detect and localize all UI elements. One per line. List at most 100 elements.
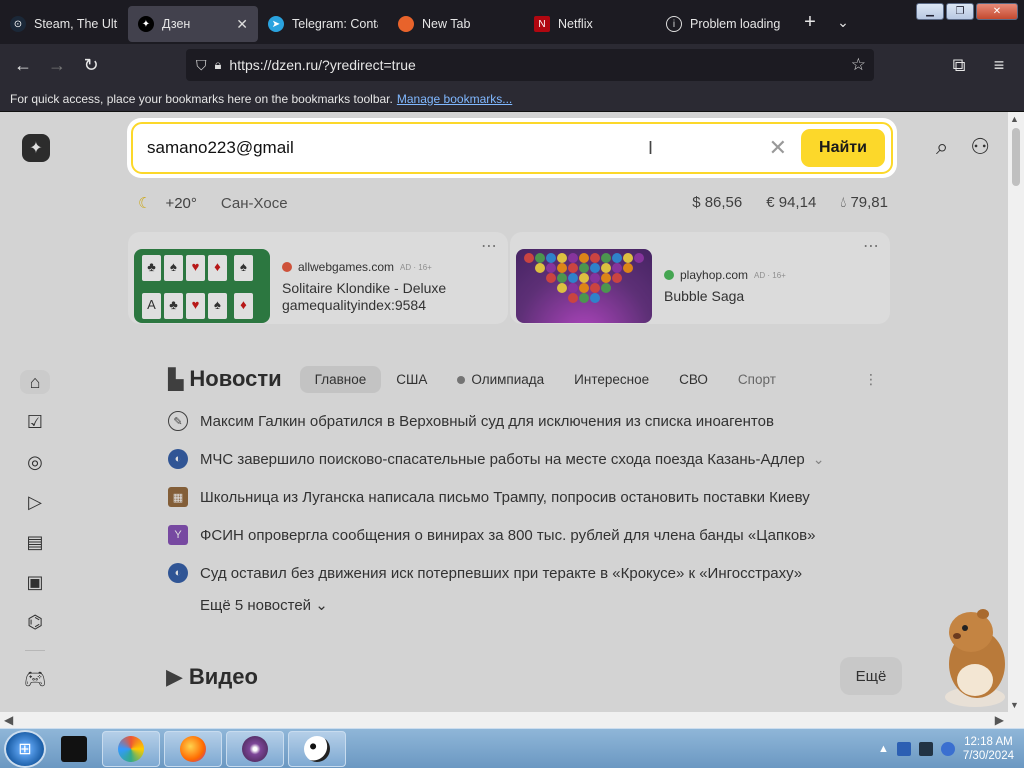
search-icon[interactable]: ⌕ — [936, 134, 948, 160]
articles-icon[interactable]: ▤ — [20, 530, 50, 554]
tab-main[interactable]: Главное — [299, 365, 382, 393]
address-bar[interactable]: ⛉ 🔒︎ https://dzen.ru/?yredirect=true ☆ — [186, 49, 874, 81]
vertical-scrollbar[interactable]: ▲ ▼ — [1008, 112, 1024, 712]
new-tab-button[interactable]: + — [792, 11, 828, 34]
scroll-left-icon[interactable]: ◀ — [4, 713, 13, 727]
weather-widget[interactable]: ☾ +20° Сан-Хосе — [138, 194, 288, 213]
news-headline[interactable]: Максим Галкин обратился в Верховный суд … — [200, 413, 774, 430]
menu-icon[interactable]: ≡ — [982, 48, 1016, 82]
tab-problem[interactable]: i Problem loading — [656, 6, 792, 42]
news-item[interactable]: Y ФСИН опровергла сообщения о винирах за… — [168, 516, 908, 554]
tab-sport[interactable]: Спорт — [723, 366, 791, 393]
manage-bookmarks-link[interactable]: Manage bookmarks... — [397, 92, 512, 106]
expand-chevron-icon[interactable]: ⌄ — [813, 451, 825, 468]
news-item[interactable]: ▦ Школьница из Луганска написала письмо … — [168, 478, 908, 516]
scroll-thumb[interactable] — [1012, 128, 1020, 186]
lock-icon[interactable]: 🔒︎ — [215, 57, 222, 73]
subscriptions-icon[interactable]: ☑ — [20, 410, 50, 434]
network-icon[interactable] — [896, 741, 911, 756]
shield-icon[interactable]: ⛉ — [196, 57, 207, 74]
dzen-logo[interactable]: ✦ — [22, 134, 50, 162]
tab-new[interactable]: New Tab — [388, 6, 524, 42]
more-news-button[interactable]: Ещё 5 новостей ⌄ — [200, 596, 908, 614]
horizontal-scrollbar[interactable]: ◀ ▶ — [0, 712, 1024, 728]
tab-usa[interactable]: США — [381, 366, 442, 393]
home-icon[interactable]: ⌂ — [20, 370, 50, 394]
city-name: Сан-Хосе — [220, 194, 288, 212]
bubble-dot — [590, 263, 600, 273]
more-options-icon[interactable]: ⋯ — [863, 236, 880, 256]
reload-button[interactable]: ↻ — [74, 48, 108, 82]
show-hidden-icons-icon[interactable]: ▲ — [878, 743, 889, 755]
taskbar-app-browser[interactable] — [102, 730, 160, 767]
bubble-dot — [568, 293, 578, 303]
taskbar-app-tor[interactable] — [226, 730, 284, 767]
video-title[interactable]: Видео — [189, 664, 258, 690]
clock-date: 7/30/2024 — [962, 749, 1014, 762]
search-box[interactable]: samano223@gmail I ✕ Найти — [131, 122, 893, 174]
page-viewport: ✦ samano223@gmail I ✕ Найти ⌕ ⚇ ☾ +20° С… — [0, 112, 1008, 712]
video-icon[interactable]: ▷ — [20, 490, 50, 514]
games-icon[interactable]: 🎮︎ — [20, 667, 50, 691]
news-headline[interactable]: МЧС завершило поисково-спасательные рабо… — [200, 451, 805, 468]
more-options-icon[interactable]: ⋯ — [481, 236, 498, 256]
search-input[interactable]: samano223@gmail — [147, 138, 294, 158]
bubble-dot — [579, 273, 589, 283]
bookmark-star-icon[interactable]: ☆ — [851, 55, 866, 75]
news-item[interactable]: ✎ Максим Галкин обратился в Верховный су… — [168, 402, 908, 440]
tab-svo[interactable]: СВО — [664, 366, 723, 393]
scroll-down-icon[interactable]: ▼ — [1010, 700, 1019, 710]
tab-netflix[interactable]: N Netflix — [524, 6, 656, 42]
minimize-button[interactable]: ▁ — [916, 3, 944, 20]
tab-interesting[interactable]: Интересное — [559, 366, 664, 393]
taskbar-app-terminal[interactable] — [50, 731, 98, 767]
clock-time: 12:18 AM — [964, 735, 1013, 748]
oil-rate: 💧︎ 79,81 — [840, 194, 888, 211]
news-headline[interactable]: Суд оставил без движения иск потерпевших… — [200, 565, 802, 582]
dot-icon — [457, 375, 466, 384]
monitor-icon[interactable] — [918, 741, 933, 756]
news-item[interactable]: ◐ МЧС завершило поисково-спасательные ра… — [168, 440, 908, 478]
volume-icon[interactable] — [940, 741, 955, 756]
forward-button[interactable]: → — [40, 48, 74, 82]
close-tab-icon[interactable]: ✕ — [228, 16, 248, 33]
taskbar-app-panda[interactable] — [288, 730, 346, 767]
ad-card-solitaire[interactable]: ♣ ♠ ♥ ♦ ♠ A ♣ ♥ ♠ ♦ allwebgames.com AD · 16+ Sol… — [128, 232, 508, 324]
ad-card-bubble[interactable]: playhop.com AD · 16+ Bubble Saga ⋯ — [510, 232, 890, 324]
profile-icon[interactable]: ⚇ — [970, 134, 990, 160]
url-text[interactable]: https://dzen.ru/?yredirect=true — [229, 57, 415, 73]
bubble-dot — [590, 283, 600, 293]
shorts-icon[interactable]: ▣ — [20, 570, 50, 594]
clock[interactable]: 12:18 AM 7/30/2024 — [963, 735, 1014, 763]
clear-search-icon[interactable]: ✕ — [769, 135, 787, 161]
start-button[interactable]: ⊞ — [4, 729, 46, 768]
tab-list-chevron-icon[interactable]: ⌄ — [828, 14, 858, 31]
extensions-icon[interactable]: ⧉ — [942, 48, 976, 82]
kebab-menu-icon[interactable]: ⋮ — [864, 371, 878, 388]
back-button[interactable]: ← — [6, 48, 40, 82]
search-button[interactable]: Найти — [801, 129, 885, 167]
currency-rates[interactable]: $ 86,56 € 94,14 💧︎ 79,81 — [692, 194, 888, 211]
ad-title-line: Solitaire Klondike - Deluxe — [282, 280, 447, 296]
maximize-button[interactable]: ❐ — [946, 3, 974, 20]
ad-title: Solitaire Klondike - Deluxe gamequalityi… — [282, 280, 446, 314]
rooms-icon[interactable]: ⌬ — [20, 610, 50, 634]
tab-dzen[interactable]: ✦ Дзен ✕ — [128, 6, 258, 42]
scroll-right-icon[interactable]: ▶ — [995, 713, 1004, 727]
firefox-icon — [398, 16, 414, 32]
bubble-dot — [623, 263, 633, 273]
compass-icon[interactable]: ◎ — [20, 450, 50, 474]
news-title[interactable]: Новости — [189, 366, 281, 392]
close-window-button[interactable]: ✕ — [976, 3, 1018, 20]
news-item[interactable]: ◐ Суд оставил без движения иск потерпевш… — [168, 554, 908, 592]
news-headline[interactable]: ФСИН опровергла сообщения о винирах за 8… — [200, 527, 816, 544]
news-headline[interactable]: Школьница из Луганска написала письмо Тр… — [200, 489, 810, 506]
tab-steam[interactable]: ⊙ Steam, The Ultin — [0, 6, 128, 42]
scroll-up-icon[interactable]: ▲ — [1010, 114, 1019, 124]
bubble-dot — [557, 263, 567, 273]
tab-olympics[interactable]: Олимпиада — [442, 366, 559, 393]
tab-telegram[interactable]: ➤ Telegram: Conta — [258, 6, 388, 42]
bubble-dot — [546, 273, 556, 283]
video-more-button[interactable]: Ещё — [840, 657, 902, 695]
taskbar-app-firefox[interactable] — [164, 730, 222, 767]
